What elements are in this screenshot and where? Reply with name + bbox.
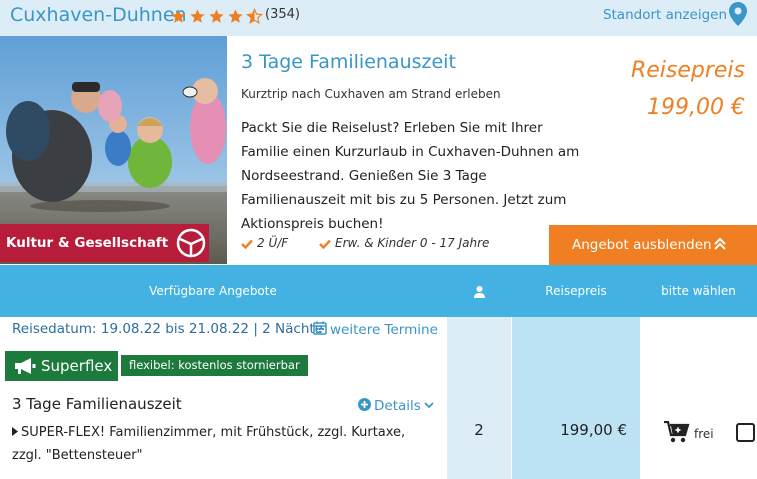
feature-guests: Erw. & Kinder 0 - 17 Jahre	[319, 236, 489, 250]
room-title: 3 Tage Familienauszeit	[12, 395, 182, 413]
check-icon	[319, 239, 331, 249]
cart-plus-icon[interactable]	[664, 421, 690, 443]
more-dates-label: weitere Termine	[330, 322, 438, 338]
details-toggle[interactable]: Details	[358, 398, 434, 414]
persons-count: 2	[474, 421, 484, 439]
calendar-icon	[313, 321, 327, 335]
persons-column-bg	[447, 317, 511, 479]
show-location-link[interactable]: Standort anzeigen	[603, 7, 727, 23]
feature-nights-label: 2 Ü/F	[257, 236, 289, 250]
star-icon	[190, 8, 205, 23]
header-persons	[447, 265, 511, 317]
header-choose: bitte wählen	[661, 284, 736, 298]
superflex-label: Superflex	[41, 357, 113, 375]
review-count[interactable]: (354)	[265, 7, 300, 22]
room-description-text: SUPER-FLEX! Familienzimmer, mit Frühstüc…	[12, 425, 406, 463]
star-icon	[171, 8, 186, 23]
map-pin-icon[interactable]	[729, 2, 747, 26]
offer-description: Packt Sie die Reiselust? Erleben Sie mit…	[241, 120, 580, 232]
caret-right-icon	[12, 427, 18, 436]
plus-circle-icon	[358, 398, 371, 411]
category-theatre-icon	[176, 228, 206, 258]
superflex-badge: Superflex	[5, 351, 118, 381]
row-price: 199,00 €	[560, 421, 627, 439]
header-price: Reisepreis	[545, 284, 607, 298]
hotel-name[interactable]: Cuxhaven-Duhnen	[10, 4, 187, 26]
offer-price: 199,00 €	[647, 95, 745, 120]
offers-table-header: Verfügbare Angebote Reisepreis bitte wäh…	[0, 265, 757, 317]
megaphone-icon	[15, 358, 36, 374]
availability-status: frei	[694, 427, 714, 441]
rating-stars	[170, 6, 265, 26]
star-icon	[209, 8, 224, 23]
hotel-header: Cuxhaven-Duhnen (354) Standort anzeigen	[0, 0, 757, 36]
check-icon	[241, 239, 253, 249]
chevron-down-icon	[424, 402, 434, 409]
price-column-bg	[512, 317, 640, 479]
header-available-offers: Verfügbare Angebote	[149, 284, 277, 298]
select-offer-checkbox[interactable]	[736, 423, 755, 442]
room-description: SUPER-FLEX! Familienzimmer, mit Frühstüc…	[12, 421, 432, 467]
price-label: Reisepreis	[630, 58, 745, 83]
feature-nights: 2 Ü/F	[241, 236, 288, 250]
hide-offer-label: Angebot ausblenden	[572, 237, 712, 253]
feature-guests-label: Erw. & Kinder 0 - 17 Jahre	[335, 236, 490, 250]
offer-subtitle: Kurztrip nach Cuxhaven am Strand erleben	[241, 87, 501, 101]
person-icon	[473, 285, 485, 298]
star-half-icon	[246, 7, 263, 24]
more-dates-link[interactable]: weitere Termine	[313, 321, 438, 338]
hide-offer-button[interactable]: Angebot ausblenden	[549, 225, 757, 265]
chevrons-up-icon	[714, 237, 726, 250]
flex-cancellation-note: flexibel: kostenlos stornierbar	[121, 355, 308, 376]
star-icon	[228, 8, 243, 23]
travel-date: Reisedatum: 19.08.22 bis 21.08.22 | 2 Nä…	[12, 321, 323, 337]
offer-title[interactable]: 3 Tage Familienauszeit	[241, 51, 456, 73]
details-label: Details	[374, 398, 421, 414]
